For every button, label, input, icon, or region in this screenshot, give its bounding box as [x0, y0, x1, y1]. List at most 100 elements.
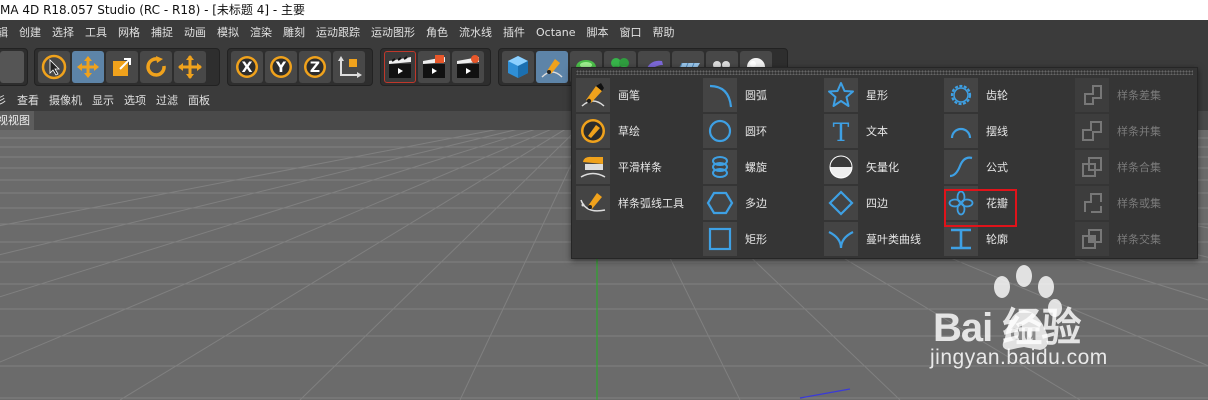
palette-item-label: 样条交集: [1117, 231, 1161, 247]
palette-item-spline-intersect: 样条交集: [1075, 221, 1194, 257]
cycloid-icon: [944, 114, 978, 148]
palette-item-spline-subtract: 样条差集: [1075, 77, 1194, 113]
menu-motion-tracking[interactable]: 运动跟踪: [316, 24, 367, 40]
viewport-menu-edit[interactable]: 彡: [0, 92, 7, 108]
menu-help[interactable]: 帮助: [653, 24, 682, 40]
palette-item-cissoid[interactable]: 蔓叶类曲线: [824, 221, 943, 257]
viewport-menu-options[interactable]: 选项: [124, 92, 146, 108]
palette-item-cycloid[interactable]: 摆线: [944, 113, 1063, 149]
palette-item-label: 文本: [866, 123, 888, 139]
svg-text:T: T: [833, 118, 850, 146]
palette-item-label: 四边: [866, 195, 888, 211]
viewport-menu-camera[interactable]: 摄像机: [49, 92, 82, 108]
render-view-icon[interactable]: [384, 51, 416, 83]
palette-item-label: 摆线: [986, 123, 1008, 139]
transform-tools: [34, 48, 220, 86]
viewport-menu-filter[interactable]: 过滤: [156, 92, 178, 108]
render-picture-viewer-icon[interactable]: [418, 51, 450, 83]
toolbar-partial-group: [0, 48, 28, 86]
main-menubar: 辑 创建 选择 工具 网格 捕捉 动画 模拟 渲染 雕刻 运动跟踪 运动图形 角…: [0, 20, 1208, 44]
palette-drag-handle[interactable]: [576, 70, 1193, 75]
svg-text:Z: Z: [310, 60, 320, 76]
coordinate-system-icon[interactable]: [333, 51, 365, 83]
rotate-icon[interactable]: [140, 51, 172, 83]
palette-column-primitives-1: 圆弧 圆环 螺旋 多边 矩形: [703, 77, 822, 257]
menu-create[interactable]: 创建: [19, 24, 48, 40]
palette-item-sketch[interactable]: 草绘: [576, 113, 695, 149]
menu-snap[interactable]: 捕捉: [151, 24, 180, 40]
menu-pipeline[interactable]: 流水线: [459, 24, 499, 40]
palette-item-label: 矢量化: [866, 159, 899, 175]
palette-item-four-side[interactable]: 四边: [824, 185, 943, 221]
palette-item-helix[interactable]: 螺旋: [703, 149, 822, 185]
palette-item-spline-and: 样条合集: [1075, 149, 1194, 185]
palette-item-vectorizer[interactable]: 矢量化: [824, 149, 943, 185]
four-side-icon: [824, 186, 858, 220]
palette-item-arc[interactable]: 圆弧: [703, 77, 822, 113]
menu-window[interactable]: 窗口: [620, 24, 649, 40]
palette-item-spline-arc-tool[interactable]: 样条弧线工具: [576, 185, 695, 221]
menu-simulate[interactable]: 模拟: [217, 24, 246, 40]
viewport-menu-display[interactable]: 显示: [92, 92, 114, 108]
spline-intersect-icon: [1075, 222, 1109, 256]
palette-item-profile[interactable]: 轮廓: [944, 221, 1063, 257]
menu-mesh[interactable]: 网格: [118, 24, 147, 40]
menu-render[interactable]: 渲染: [250, 24, 279, 40]
svg-text:X: X: [242, 60, 253, 76]
menu-script[interactable]: 脚本: [587, 24, 616, 40]
palette-item-label: 圆弧: [745, 87, 767, 103]
select-icon[interactable]: [38, 51, 70, 83]
pen-spline-icon[interactable]: [536, 51, 568, 83]
spline-subtract-icon: [1075, 78, 1109, 112]
palette-item-rectangle[interactable]: 矩形: [703, 221, 822, 257]
menu-character[interactable]: 角色: [426, 24, 455, 40]
palette-item-formula[interactable]: 公式: [944, 149, 1063, 185]
menu-tools[interactable]: 工具: [85, 24, 114, 40]
spline-union-icon: [1075, 114, 1109, 148]
palette-item-label: 蔓叶类曲线: [866, 231, 921, 247]
render-tools: [380, 48, 491, 86]
cube-icon[interactable]: [502, 51, 534, 83]
sketch-icon: [576, 114, 610, 148]
palette-item-label: 样条或集: [1117, 195, 1161, 211]
palette-item-cogwheel[interactable]: 齿轮: [944, 77, 1063, 113]
menu-select[interactable]: 选择: [52, 24, 81, 40]
palette-item-label: 样条弧线工具: [618, 195, 684, 211]
y-axis-icon[interactable]: Y: [265, 51, 297, 83]
palette-item-label: 平滑样条: [618, 159, 662, 175]
undo-icon[interactable]: [0, 51, 24, 83]
palette-item-label: 草绘: [618, 123, 640, 139]
menu-edit[interactable]: 辑: [0, 24, 15, 40]
palette-item-smooth-spline[interactable]: 平滑样条: [576, 149, 695, 185]
palette-item-label: 圆环: [745, 123, 767, 139]
scale-icon[interactable]: [106, 51, 138, 83]
palette-item-circle[interactable]: 圆环: [703, 113, 822, 149]
menu-plugins[interactable]: 插件: [503, 24, 532, 40]
palette-item-star[interactable]: 星形: [824, 77, 943, 113]
x-axis-icon[interactable]: X: [231, 51, 263, 83]
palette-item-polygon[interactable]: 多边: [703, 185, 822, 221]
palette-column-primitives-3: 齿轮 摆线 公式 花瓣 轮廓: [944, 77, 1063, 257]
palette-item-pen[interactable]: 画笔: [576, 77, 695, 113]
z-axis-icon[interactable]: Z: [299, 51, 331, 83]
palette-item-flower[interactable]: 花瓣: [944, 185, 1063, 221]
viewport-menu-panel[interactable]: 面板: [188, 92, 210, 108]
render-settings-icon[interactable]: [452, 51, 484, 83]
smooth-spline-icon: [576, 150, 610, 184]
palette-item-text[interactable]: T 文本: [824, 113, 943, 149]
menu-animate[interactable]: 动画: [184, 24, 213, 40]
palette-item-label: 齿轮: [986, 87, 1008, 103]
palette-item-spline-union: 样条并集: [1075, 113, 1194, 149]
move-icon[interactable]: [72, 51, 104, 83]
viewport-menu-view[interactable]: 查看: [17, 92, 39, 108]
move-last-icon[interactable]: [174, 51, 206, 83]
palette-column-spline-tools: 画笔 草绘 平滑样条 样条弧线工具: [576, 77, 695, 221]
circle-icon: [703, 114, 737, 148]
text-icon: T: [824, 114, 858, 148]
menu-sculpt[interactable]: 雕刻: [283, 24, 312, 40]
menu-octane[interactable]: Octane: [536, 26, 583, 39]
palette-item-label: 矩形: [745, 231, 767, 247]
palette-item-label: 螺旋: [745, 159, 767, 175]
menu-mograph[interactable]: 运动图形: [371, 24, 422, 40]
spline-or-icon: [1075, 186, 1109, 220]
